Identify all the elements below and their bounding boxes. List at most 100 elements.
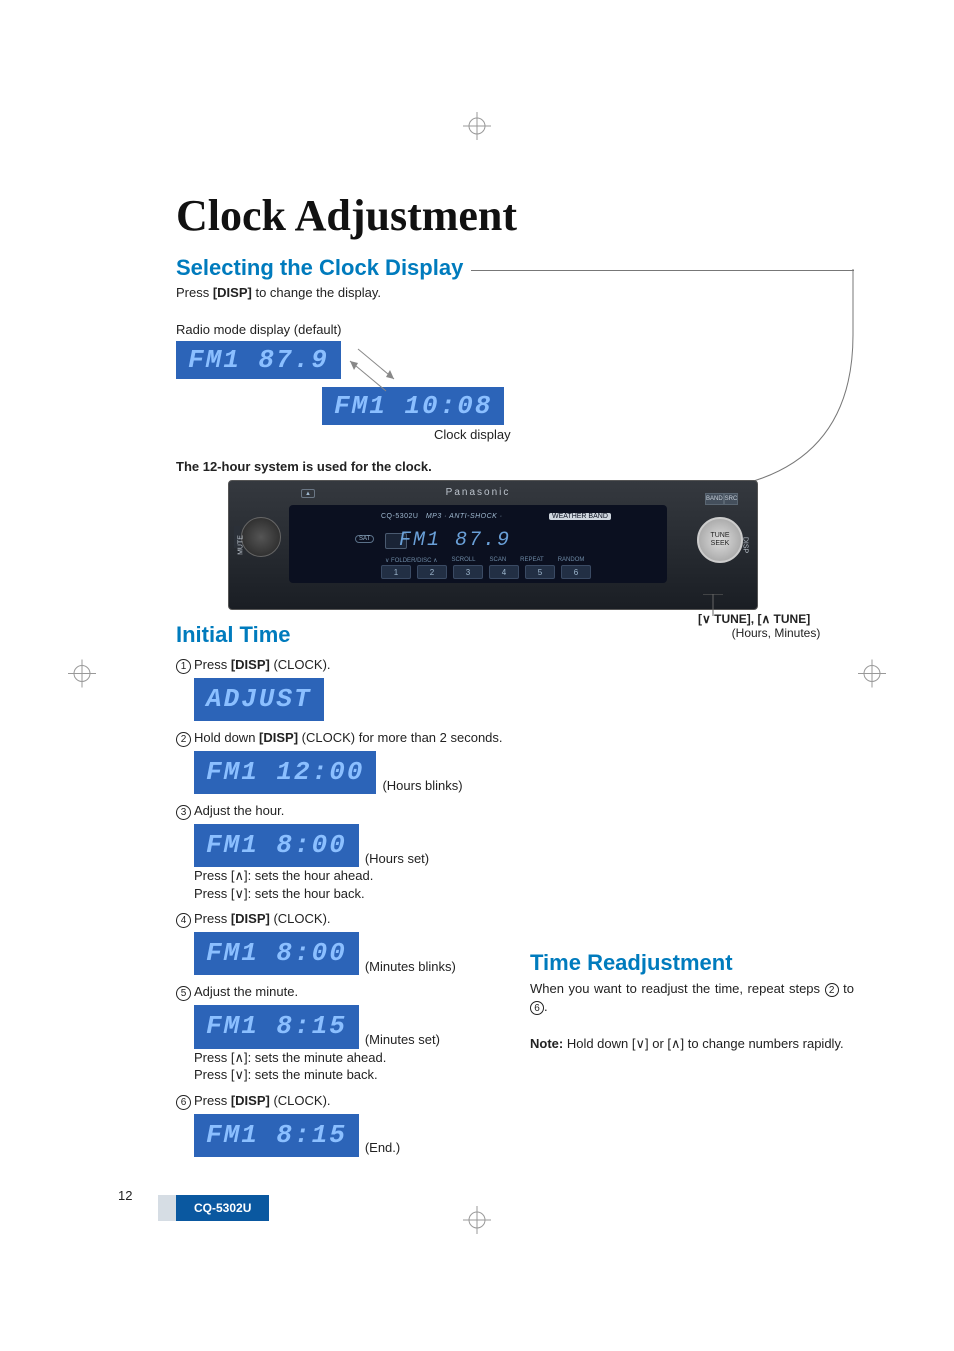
model-tagline: CQ-5302U MP3 · ANTI-SHOCK · (381, 513, 503, 520)
step-lcd-row: FM1 8:15 (Minutes set) (176, 1001, 512, 1048)
time-readjustment-body: When you want to readjust the time, repe… (530, 980, 854, 1015)
volume-dial (241, 517, 281, 557)
radio-face: Panasonic CQ-5302U MP3 · ANTI-SHOCK · WE… (289, 505, 667, 583)
crop-mark-bottom (463, 1206, 491, 1239)
section-selecting: Selecting the Clock Display Press [DISP]… (176, 255, 854, 610)
text: (CLOCK). (270, 657, 331, 672)
preset-5: 5 (525, 565, 555, 579)
preset-3: 3 (453, 565, 483, 579)
tagline: MP3 · ANTI-SHOCK · (426, 513, 503, 520)
radio-lcd: FM1 87.9 (399, 529, 511, 552)
initial-time-heading: Initial Time (176, 622, 512, 648)
step-lcd-row: FM1 8:00 (Hours set) (176, 820, 512, 867)
step: 5Adjust the minute. FM1 8:15 (Minutes set)… (176, 983, 512, 1083)
lbl: ∨ FOLDER/DISC ∧ (385, 557, 437, 564)
text: to (839, 981, 854, 996)
step-number: 6 (176, 1095, 191, 1110)
text: Press (176, 285, 213, 300)
step-aside: (Hours set) (365, 850, 429, 868)
preset-4: 4 (489, 565, 519, 579)
text: to change the display. (252, 285, 381, 300)
step-aside: (Minutes set) (365, 1031, 440, 1049)
crop-mark-left (68, 659, 96, 692)
step-number: 1 (176, 659, 191, 674)
disp-key: [DISP] (231, 1093, 270, 1108)
heading-leader-line-icon (496, 255, 748, 469)
step-number: 4 (176, 913, 191, 928)
lcd-radio-mode: FM1 87.9 (176, 341, 341, 379)
button-top-labels: ∨ FOLDER/DISC ∧ SCROLL SCAN REPEAT RANDO… (385, 557, 584, 564)
radio-head-unit-figure: MUTE ▲ BAND SRC Panasonic CQ-5302U MP3 ·… (228, 480, 758, 610)
step-lcd-row: ADJUST (176, 674, 512, 721)
step: 6Press [DISP] (CLOCK). FM1 8:15 (End.) (176, 1092, 512, 1157)
step-aside: (Hours blinks) (382, 777, 462, 795)
mute-label: MUTE (237, 535, 244, 555)
initial-time-column: Initial Time 1Press [DISP] (CLOCK).ADJUS… (176, 622, 512, 1157)
right-column: [∨ TUNE], [∧ TUNE] (Hours, Minutes) Time… (512, 622, 854, 1157)
step-lcd: FM1 8:15 (194, 1114, 359, 1157)
text: Adjust the minute. (194, 984, 298, 999)
text: Hold down (194, 730, 259, 745)
step-line: 2Hold down [DISP] (CLOCK) for more than … (176, 729, 512, 747)
step-lcd: FM1 8:00 (194, 932, 359, 975)
step-number: 2 (176, 732, 191, 747)
step-aside: (End.) (365, 1139, 400, 1157)
src-button: SRC (724, 493, 739, 505)
disp-key: [DISP] (259, 730, 298, 745)
preset-buttons: 1 2 3 4 5 6 (381, 565, 591, 579)
steps-list: 1Press [DISP] (CLOCK).ADJUST2Hold down [… (176, 656, 512, 1157)
disp-label: DISP (741, 537, 748, 553)
time-readjustment-note: Note: Hold down [∨] or [∧] to change num… (530, 1035, 854, 1053)
time-readjustment-section: Time Readjustment When you want to readj… (530, 950, 854, 1053)
step: 4Press [DISP] (CLOCK). FM1 8:00 (Minutes b… (176, 910, 512, 975)
step-lcd: FM1 8:00 (194, 824, 359, 867)
step-down-note: Press [∨]: sets the hour back. (194, 885, 512, 903)
step-up-note: Press [∧]: sets the minute ahead. (194, 1049, 512, 1067)
step-line: 4Press [DISP] (CLOCK). (176, 910, 512, 928)
text: Adjust the hour. (194, 803, 284, 818)
brand-label: Panasonic (446, 487, 511, 498)
tune-seek-dial: TUNE SEEK (697, 517, 743, 563)
tune-callout: [∨ TUNE], [∧ TUNE] (Hours, Minutes) (698, 612, 854, 640)
step: 2Hold down [DISP] (CLOCK) for more than … (176, 729, 512, 794)
step-ref-6: 6 (530, 1001, 544, 1015)
lbl: RANDOM (558, 557, 585, 564)
step-ref-2: 2 (825, 983, 839, 997)
model-badge: CQ-5302U (176, 1195, 269, 1221)
step-lcd-row: FM1 12:00 (Hours blinks) (176, 747, 512, 794)
disp-key: [DISP] (213, 285, 252, 300)
text: Press (194, 911, 231, 926)
step-line: 3Adjust the hour. (176, 802, 512, 820)
step-lcd: FM1 8:15 (194, 1005, 359, 1048)
step-up-note: Press [∧]: sets the hour ahead. (194, 867, 512, 885)
time-readjustment-heading: Time Readjustment (530, 950, 854, 976)
step-line: 6Press [DISP] (CLOCK). (176, 1092, 512, 1110)
text: (CLOCK). (270, 1093, 331, 1108)
disp-key: [DISP] (231, 911, 270, 926)
text: . (544, 999, 548, 1014)
tune-callout-sub: (Hours, Minutes) (698, 626, 854, 640)
text: When you want to readjust the time, repe… (530, 981, 825, 996)
step-line: 1Press [DISP] (CLOCK). (176, 656, 512, 674)
lbl: REPEAT (520, 557, 544, 564)
text: (CLOCK) for more than 2 seconds. (298, 730, 502, 745)
page-number: 12 (118, 1188, 132, 1203)
step-aside: (Minutes blinks) (365, 958, 456, 976)
step-lcd: ADJUST (194, 678, 324, 721)
weather-band-label: WEATHER BAND (549, 513, 611, 520)
step-number: 3 (176, 805, 191, 820)
band-src-buttons: BAND SRC (705, 493, 735, 505)
display-toggle-arrows-icon (348, 337, 408, 402)
band-button: BAND (705, 493, 724, 505)
step-lcd: FM1 12:00 (194, 751, 376, 794)
eject-button-icon: ▲ (301, 489, 315, 498)
note-label: Note: (530, 1036, 563, 1051)
text: (CLOCK). (270, 911, 331, 926)
step-number: 5 (176, 986, 191, 1001)
crop-mark-top (463, 112, 491, 145)
selecting-heading: Selecting the Clock Display (176, 255, 463, 281)
sat-label: SAT (355, 535, 374, 543)
model-code: CQ-5302U (381, 513, 418, 520)
tune-seek-label: TUNE SEEK (710, 532, 729, 547)
page: Clock Adjustment Selecting the Clock Dis… (0, 0, 954, 1351)
